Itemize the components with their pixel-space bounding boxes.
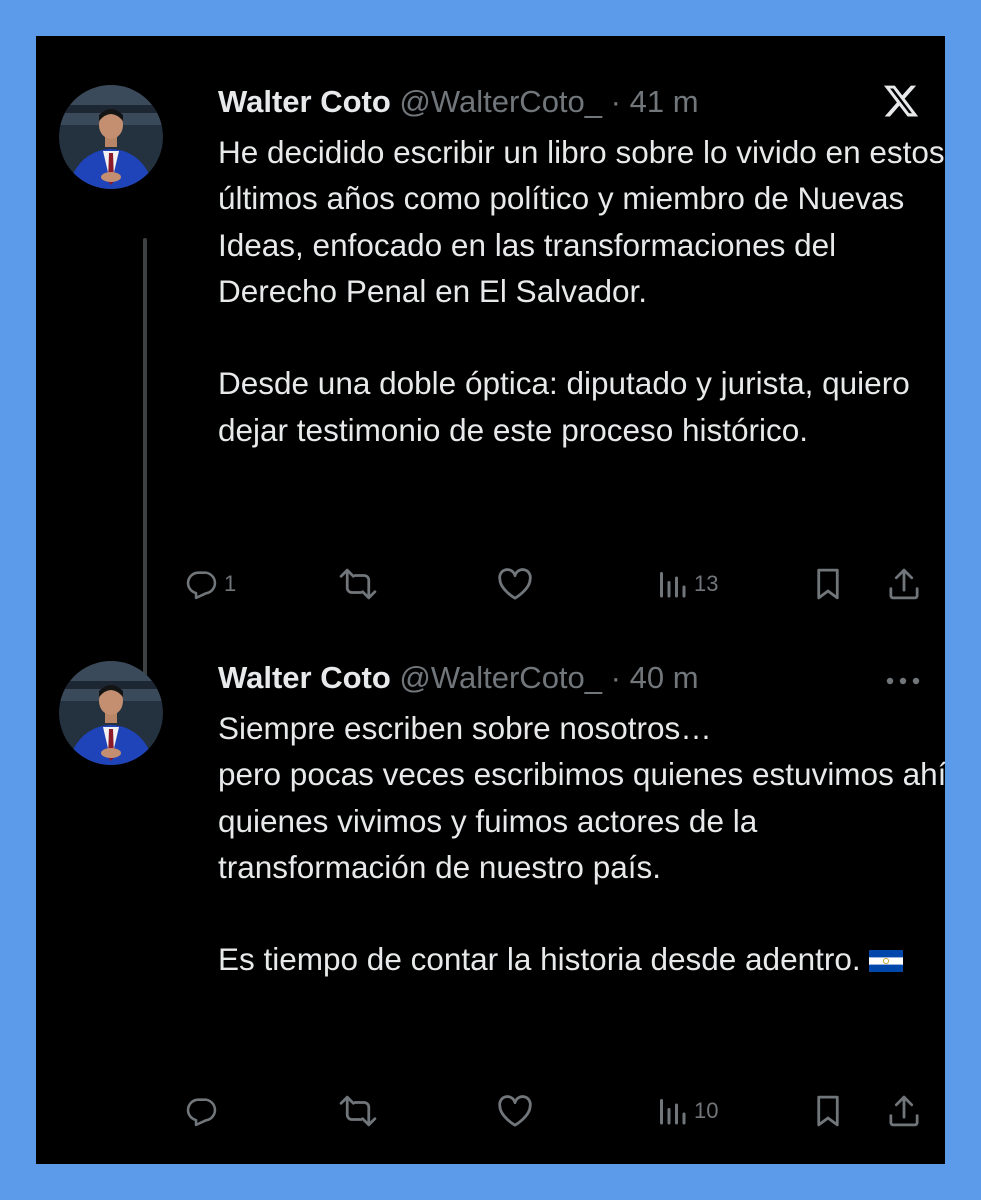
tweet-paragraph: He decidido escribir un libro sobre lo v… [218,134,945,309]
separator-dot: · [610,660,621,695]
reply-count: 1 [224,571,237,596]
views-icon [660,572,686,598]
like-button[interactable] [496,1091,540,1131]
share-button[interactable] [887,1091,921,1131]
avatar[interactable] [59,661,163,765]
views-button[interactable]: 13 [656,564,718,604]
tweet-paragraph: Siempre escriben sobre nosotros… pero po… [218,710,945,885]
tweet-header: Walter Coto @WalterCoto_ · 40 m [218,658,699,698]
avatar-image [59,661,163,765]
tweet-header: Walter Coto @WalterCoto_ · 41 m [218,82,699,122]
bookmark-icon [817,568,839,600]
repost-button[interactable] [338,1091,384,1131]
tweet-paragraph: Es tiempo de contar la historia desde ad… [218,941,861,978]
author-handle[interactable]: @WalterCoto_ [399,660,602,695]
heart-icon [498,568,532,600]
views-count: 10 [694,1098,719,1123]
share-icon [889,568,919,600]
thread-connector-line [143,238,147,686]
heart-icon [498,1095,532,1127]
tweet-timestamp[interactable]: 40 m [630,660,699,695]
more-options-icon[interactable] [885,676,921,686]
tweet-timestamp[interactable]: 41 m [630,84,699,119]
repost-button[interactable] [338,564,384,604]
author-handle[interactable]: @WalterCoto_ [399,84,602,119]
share-icon [889,1095,919,1127]
avatar[interactable] [59,85,163,189]
share-button[interactable] [887,564,921,604]
like-button[interactable] [496,564,540,604]
tweet-paragraph-with-flag: Es tiempo de contar la historia desde ad… [218,936,945,982]
avatar-image [59,85,163,189]
author-name[interactable]: Walter Coto [218,660,391,695]
reply-icon [186,571,217,600]
tweet-actions: 10 [36,1091,945,1131]
repost-icon [339,1095,377,1127]
views-count: 13 [694,571,719,596]
views-button[interactable]: 10 [656,1091,718,1131]
tweet-paragraph: Desde una doble óptica: diputado y juris… [218,365,910,448]
x-logo-icon[interactable] [882,82,920,120]
bookmark-button[interactable] [812,564,844,604]
separator-dot: · [610,84,621,119]
author-name[interactable]: Walter Coto [218,84,391,119]
tweet-thread-card: Walter Coto @WalterCoto_ · 41 m He decid… [36,36,945,1164]
bookmark-button[interactable] [812,1091,844,1131]
reply-button[interactable]: 1 [184,564,236,604]
reply-button[interactable] [184,1091,224,1131]
bookmark-icon [817,1095,839,1127]
reply-icon [186,1098,217,1127]
tweet-text: He decidido escribir un libro sobre lo v… [218,129,945,453]
views-icon [660,1099,686,1125]
repost-icon [339,568,377,600]
tweet-text: Siempre escriben sobre nosotros… pero po… [218,705,945,983]
el-salvador-flag-icon [869,950,904,973]
tweet-actions: 1 13 [36,564,945,604]
